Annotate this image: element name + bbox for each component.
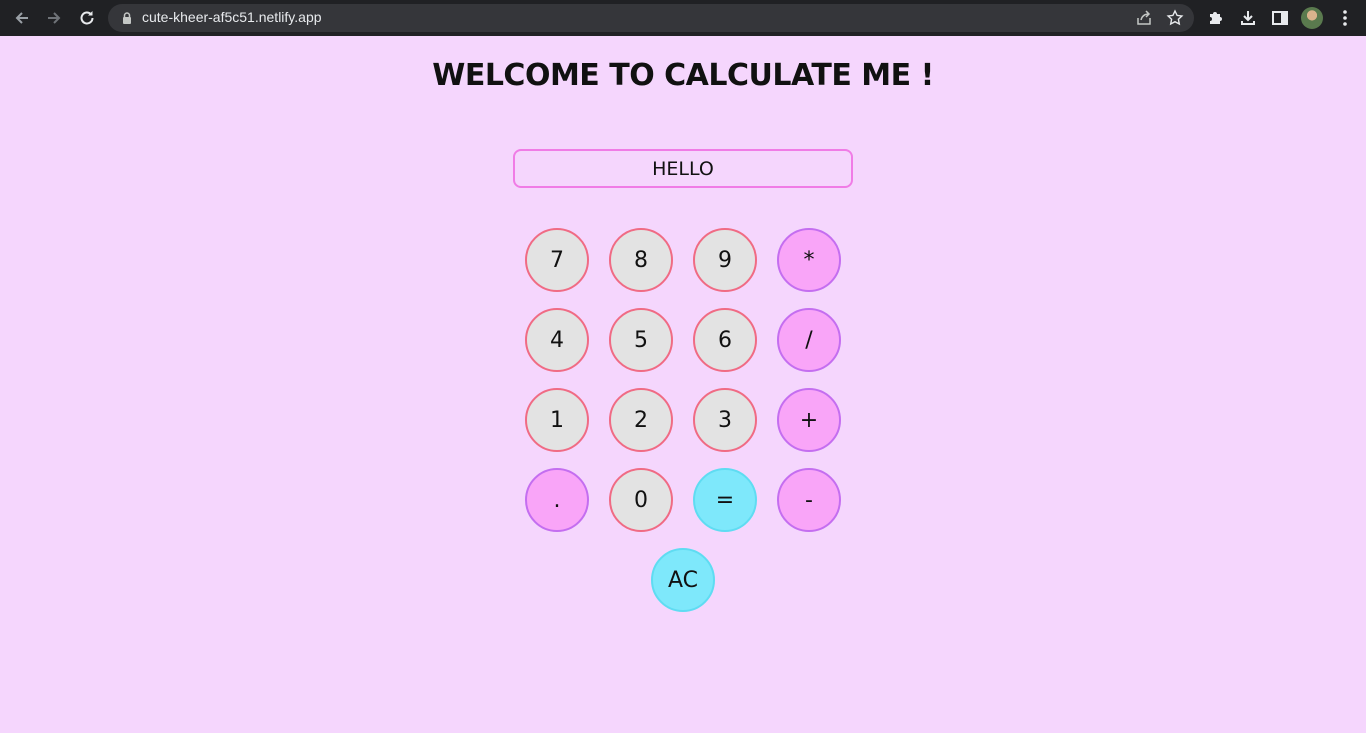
address-bar[interactable]: cute-kheer-af5c51.netlify.app <box>108 4 1194 32</box>
key-subtract[interactable]: - <box>777 468 841 532</box>
key-decimal[interactable]: . <box>525 468 589 532</box>
share-icon[interactable] <box>1135 9 1153 27</box>
download-icon[interactable] <box>1238 8 1258 28</box>
key-7[interactable]: 7 <box>525 228 589 292</box>
calculator-display[interactable] <box>513 149 853 188</box>
back-arrow-icon[interactable] <box>10 6 34 30</box>
key-multiply[interactable]: * <box>777 228 841 292</box>
key-divide[interactable]: / <box>777 308 841 372</box>
extensions-puzzle-icon[interactable] <box>1206 8 1226 28</box>
profile-avatar[interactable] <box>1301 7 1323 29</box>
browser-toolbar: cute-kheer-af5c51.netlify.app <box>0 0 1366 36</box>
key-equals[interactable]: = <box>693 468 757 532</box>
url-text: cute-kheer-af5c51.netlify.app <box>142 9 322 25</box>
key-2[interactable]: 2 <box>609 388 673 452</box>
reload-icon[interactable] <box>75 6 99 30</box>
side-panel-icon[interactable] <box>1270 8 1290 28</box>
key-6[interactable]: 6 <box>693 308 757 372</box>
key-3[interactable]: 3 <box>693 388 757 452</box>
forward-arrow-icon[interactable] <box>42 6 66 30</box>
key-1[interactable]: 1 <box>525 388 589 452</box>
lock-icon[interactable] <box>120 11 134 25</box>
key-add[interactable]: + <box>777 388 841 452</box>
key-9[interactable]: 9 <box>693 228 757 292</box>
key-5[interactable]: 5 <box>609 308 673 372</box>
key-8[interactable]: 8 <box>609 228 673 292</box>
key-0[interactable]: 0 <box>609 468 673 532</box>
key-all-clear[interactable]: AC <box>651 548 715 612</box>
page-title: WELCOME TO CALCULATE ME ! <box>432 58 934 93</box>
key-4[interactable]: 4 <box>525 308 589 372</box>
bookmark-star-icon[interactable] <box>1166 9 1184 27</box>
menu-kebab-icon[interactable] <box>1335 8 1355 28</box>
